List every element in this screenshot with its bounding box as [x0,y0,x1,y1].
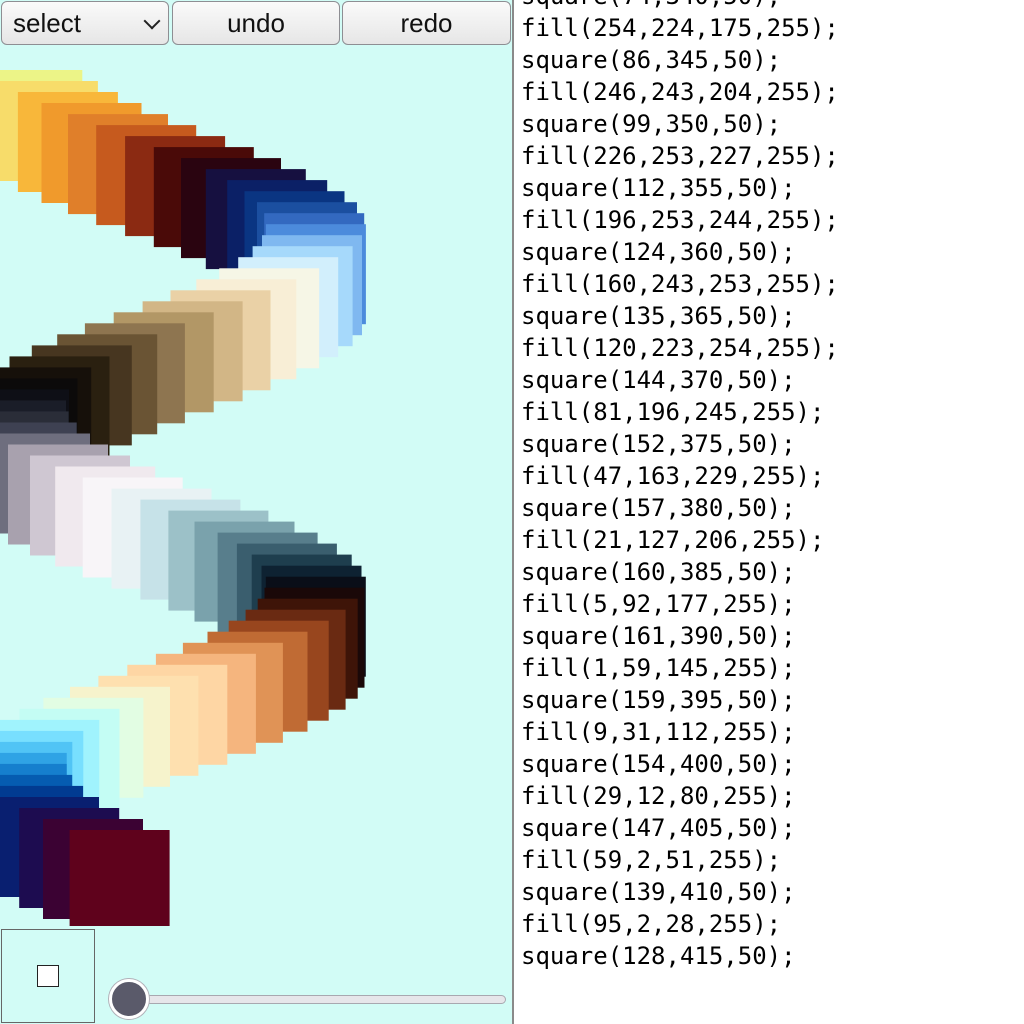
code-line: fill(29,12,80,255); [521,782,796,810]
chevron-down-icon [143,12,161,30]
code-line: fill(95,2,28,255); [521,910,782,938]
code-line: square(139,410,50); [521,878,796,906]
code-line: square(124,360,50); [521,238,796,266]
code-line: square(144,370,50); [521,366,796,394]
code-editor[interactable]: square(74,340,50); fill(254,224,175,255);… [514,0,1024,1024]
code-line: fill(226,253,227,255); [521,142,839,170]
redo-button[interactable]: redo [342,1,511,45]
code-line: square(157,380,50); [521,494,796,522]
code-line: square(161,390,50); [521,622,796,650]
code-line: fill(246,243,204,255); [521,78,839,106]
code-line: fill(160,243,253,255); [521,270,839,298]
drawn-square [69,830,170,926]
code-line: square(135,365,50); [521,302,796,330]
code-line: square(74,340,50); [521,0,839,12]
code-line: square(128,415,50); [521,942,796,970]
code-line: fill(254,224,175,255); [521,14,839,42]
code-line: square(147,405,50); [521,814,796,842]
checkbox-icon[interactable] [37,965,59,987]
code-line: fill(5,92,177,255); [521,590,796,618]
code-line: square(159,395,50); [521,686,796,714]
color-swatch-box[interactable] [1,929,95,1023]
select-dropdown[interactable]: select [1,1,169,45]
code-line: fill(196,253,244,255); [521,206,839,234]
code-line: fill(47,163,229,255); [521,462,825,490]
code-line: fill(81,196,245,255); [521,398,825,426]
code-line: square(86,345,50); [521,46,782,74]
undo-button[interactable]: undo [172,1,340,45]
slider-track[interactable] [130,995,506,1004]
code-line: fill(9,31,112,255); [521,718,796,746]
code-lines: square(74,340,50); fill(254,224,175,255);… [521,0,839,972]
code-line: square(99,350,50); [521,110,782,138]
code-line: fill(21,127,206,255); [521,526,825,554]
select-label: select [13,7,81,38]
sketch-pane: select undo redo [0,0,512,1024]
code-line: fill(1,59,145,255); [521,654,796,682]
code-line: square(112,355,50); [521,174,796,202]
code-line: fill(120,223,254,255); [521,334,839,362]
drawing-canvas[interactable] [0,46,512,926]
code-line: square(160,385,50); [521,558,796,586]
code-line: square(154,400,50); [521,750,796,778]
code-line: fill(59,2,51,255); [521,846,782,874]
slider-thumb[interactable] [109,979,149,1019]
code-line: square(152,375,50); [521,430,796,458]
